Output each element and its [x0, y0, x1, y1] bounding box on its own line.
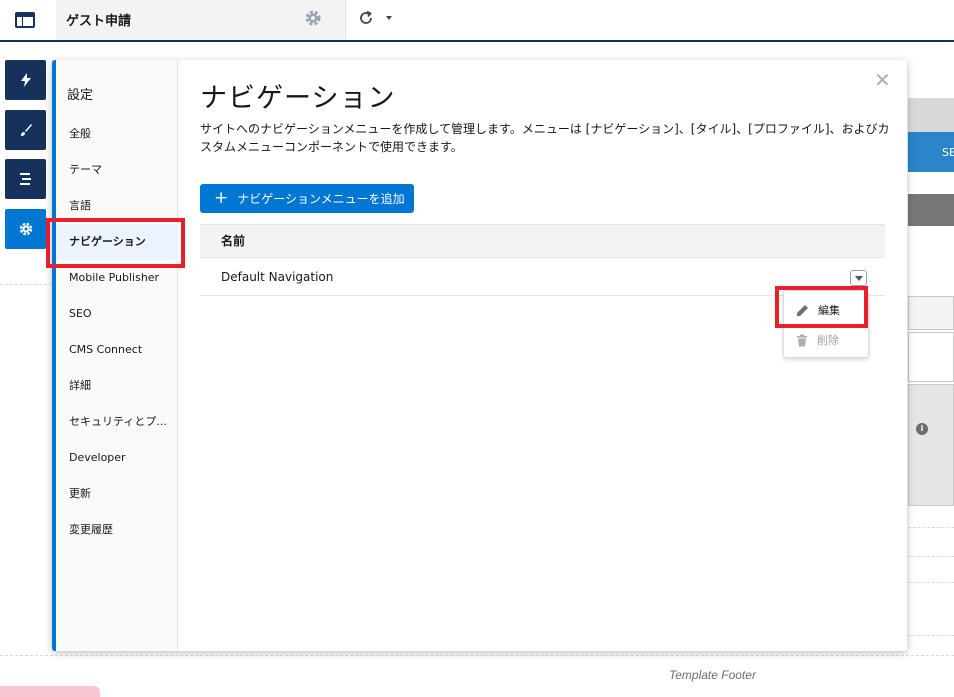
page-title-area: ゲスト申請 — [56, 0, 392, 40]
settings-heading: 設定 — [67, 88, 94, 103]
refresh-icon[interactable] — [356, 8, 376, 28]
nav-item-security[interactable]: セキュリティとプ... — [56, 404, 178, 440]
nav-item-general[interactable]: 全般 — [56, 116, 178, 152]
nav-item-updates[interactable]: 更新 — [56, 476, 178, 512]
settings-sidebar: 設定 全般 テーマ 言語 ナビゲーション Mobile Publisher SE… — [56, 60, 178, 651]
theme-dock-button[interactable] — [5, 110, 46, 150]
trash-icon — [797, 334, 807, 346]
nav-item-developer[interactable]: Developer — [56, 440, 178, 476]
page-structure-dock-button[interactable] — [5, 159, 46, 199]
canvas-divider — [0, 655, 954, 656]
brush-icon — [20, 124, 32, 136]
nav-item-theme[interactable]: テーマ — [56, 152, 178, 188]
canvas-form-field[interactable] — [908, 296, 954, 330]
add-navigation-menu-button[interactable]: + ナビゲーションメニューを追加 — [200, 184, 414, 213]
delete-menu-item[interactable]: 削除 — [784, 325, 870, 355]
template-footer-label: Template Footer — [669, 668, 756, 682]
settings-modal: 設定 全般 テーマ 言語 ナビゲーション Mobile Publisher SE… — [52, 60, 907, 651]
lightning-icon — [20, 73, 31, 87]
row-name: Default Navigation — [221, 270, 334, 284]
app-layout-button[interactable] — [0, 0, 50, 40]
canvas-divider — [908, 635, 954, 636]
builder-header: ゲスト申請 — [0, 0, 954, 42]
table-header-name: 名前 — [200, 224, 885, 258]
highlight-edit-menu-item — [775, 286, 868, 328]
nav-item-seo[interactable]: SEO — [56, 296, 178, 332]
plus-icon: + — [214, 188, 229, 208]
gear-icon — [19, 222, 32, 236]
canvas-divider — [0, 284, 52, 285]
list-icon — [19, 173, 31, 185]
add-navigation-menu-label: ナビゲーションメニューを追加 — [237, 192, 405, 206]
canvas-component-box — [908, 384, 954, 506]
canvas-divider — [908, 582, 954, 583]
canvas-nav-button-label: SE — [942, 146, 954, 159]
modal-description: サイトへのナビゲーションメニューを作成して管理します。メニューは [ナビゲーショ… — [200, 122, 890, 154]
highlight-navigation-nav — [46, 218, 185, 268]
row-actions-button[interactable] — [850, 270, 867, 286]
chevron-down-icon — [854, 275, 863, 281]
canvas-gray-strip — [908, 194, 954, 226]
layout-icon — [15, 12, 35, 28]
nav-item-cms-connect[interactable]: CMS Connect — [56, 332, 178, 368]
chevron-down-icon[interactable] — [386, 16, 392, 20]
canvas-nav-button[interactable]: SE — [908, 132, 954, 172]
page-title: ゲスト申請 — [66, 14, 132, 29]
modal-title: ナビゲーション — [200, 83, 396, 114]
close-icon[interactable]: ✕ — [874, 70, 891, 90]
info-icon: i — [916, 423, 928, 435]
nav-item-advanced[interactable]: 詳細 — [56, 368, 178, 404]
canvas-divider — [908, 527, 954, 528]
canvas-chip — [0, 686, 100, 697]
canvas-textarea[interactable] — [908, 332, 954, 382]
page-settings-gear-icon[interactable] — [304, 9, 322, 27]
canvas-divider — [908, 556, 954, 557]
components-dock-button[interactable] — [5, 60, 46, 100]
delete-menu-label: 削除 — [817, 334, 839, 347]
nav-item-change-history[interactable]: 変更履歴 — [56, 512, 178, 548]
canvas-header-strip — [908, 98, 954, 132]
settings-dock-button[interactable] — [5, 209, 46, 249]
